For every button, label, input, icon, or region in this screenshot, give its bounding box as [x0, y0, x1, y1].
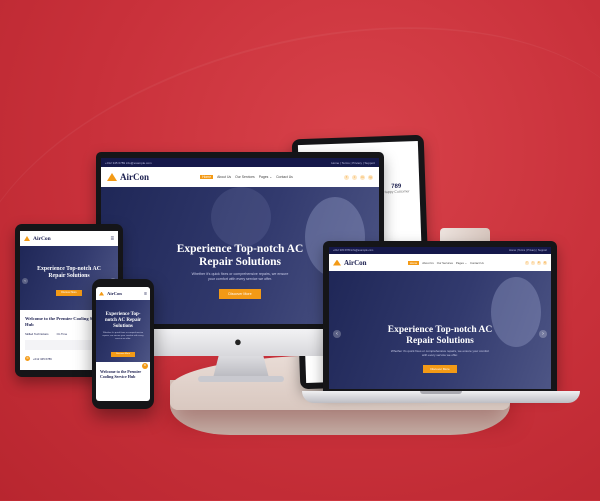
- phone-logo-icon: [99, 291, 104, 296]
- laptop-logo-icon: [333, 259, 341, 266]
- phone-welcome-section: Welcome to the Premier Cooling Service H…: [96, 362, 150, 379]
- brand-name: AirCon: [120, 172, 149, 182]
- laptop-screen: +012 345 6789 info@example.com Home | Te…: [329, 247, 551, 389]
- apple-logo-icon: ●: [234, 334, 242, 349]
- feature-skilled-technicians: Skilled Technicians: [25, 332, 49, 336]
- linkedin-icon[interactable]: in: [359, 174, 365, 180]
- laptop-display: +012 345 6789 info@example.com Home | Te…: [323, 241, 557, 391]
- facebook-icon[interactable]: f: [343, 174, 349, 180]
- laptop-topbar: +012 345 6789 info@example.com Home | Te…: [329, 247, 551, 254]
- phone: AirCon ≡ Experience Top-notch AC Repair …: [92, 279, 154, 409]
- hero-button[interactable]: Discover More: [219, 289, 261, 299]
- laptop-linkedin-icon[interactable]: in: [537, 260, 541, 265]
- logo-icon: [107, 173, 117, 181]
- menu-services[interactable]: Our Services: [235, 175, 255, 179]
- phone-hero-text: Whether it's quick fixes or comprehensiv…: [102, 332, 144, 340]
- phone-hero: Experience Top-notch AC Repair Solutions…: [96, 300, 150, 362]
- desktop-menu: Home About Us Our Services Pages ⌄ Conta…: [200, 175, 293, 179]
- menu-pages[interactable]: Pages ⌄: [259, 175, 272, 179]
- tablet-hero-button[interactable]: Discover More: [56, 289, 82, 296]
- laptop-social: f t in ig: [525, 260, 547, 265]
- menu-home[interactable]: Home: [200, 175, 214, 179]
- laptop-menu-about[interactable]: About Us: [422, 261, 434, 265]
- phone-welcome-title: Welcome to the Premier Cooling Service H…: [100, 369, 142, 379]
- laptop-hero-button[interactable]: Discover More: [423, 365, 457, 373]
- laptop-topbar-contact: +012 345 6789 info@example.com: [333, 249, 374, 252]
- laptop-menu-home[interactable]: Home: [407, 260, 420, 265]
- tablet-phone[interactable]: +012 345 6789: [33, 357, 52, 361]
- desktop-logo[interactable]: AirCon: [107, 172, 149, 182]
- laptop-instagram-icon[interactable]: ig: [543, 260, 547, 265]
- menu-contact[interactable]: Contact Us: [276, 175, 293, 179]
- desktop-stand: [213, 356, 269, 378]
- laptop-hero-text: Whether it's quick fixes or comprehensiv…: [390, 349, 490, 357]
- tablet-hero-title: Experience Top-notch AC Repair Solutions: [37, 266, 101, 279]
- phone-brand-name: AirCon: [107, 291, 122, 296]
- laptop-menu: Home About Us Our Services Pages ⌄ Conta…: [407, 260, 484, 265]
- laptop-hero: ‹ › Experience Top-notch AC Repair Solut…: [329, 271, 551, 389]
- menu-about[interactable]: About Us: [217, 175, 231, 179]
- topbar-contact: +012 345 6789 info@example.com: [105, 160, 152, 165]
- hamburger-menu-icon[interactable]: ≡: [110, 236, 114, 242]
- laptop-topbar-links[interactable]: Home | Terms | Privacy | Support: [509, 249, 547, 252]
- laptop-twitter-icon[interactable]: t: [531, 260, 535, 265]
- phone-hero-button[interactable]: Discover More: [110, 351, 136, 357]
- laptop-facebook-icon[interactable]: f: [525, 260, 529, 265]
- desktop-social: f t in ig: [343, 174, 373, 180]
- laptop-notch: [420, 391, 462, 394]
- phone-screen: AirCon ≡ Experience Top-notch AC Repair …: [96, 287, 150, 401]
- phone-hamburger-icon[interactable]: ≡: [144, 291, 147, 297]
- desktop-topbar: +012 345 6789 info@example.com Home | Te…: [101, 158, 379, 167]
- laptop-menu-services[interactable]: Our Services: [437, 261, 453, 265]
- laptop-brand-name: AirCon: [344, 258, 367, 267]
- phone-logo[interactable]: AirCon: [99, 291, 122, 296]
- tablet-brand-name: AirCon: [33, 235, 51, 242]
- phone-hero-title: Experience Top-notch AC Repair Solutions: [104, 312, 142, 329]
- tablet-logo[interactable]: AirCon: [24, 236, 51, 242]
- topbar-links[interactable]: Home | Terms | Privacy | Support: [331, 161, 375, 165]
- laptop-hero-title: Experience Top-notch AC Repair Solutions: [387, 325, 493, 346]
- laptop-menu-contact[interactable]: Contact Us: [470, 261, 484, 265]
- ac-unit-shape: [211, 187, 271, 247]
- laptop-logo[interactable]: AirCon: [333, 259, 367, 267]
- twitter-icon[interactable]: t: [351, 174, 357, 180]
- desktop-navbar: AirCon Home About Us Our Services Pages …: [101, 167, 379, 187]
- laptop-menu-pages[interactable]: Pages ⌄: [456, 261, 467, 265]
- laptop-base: [302, 391, 580, 403]
- phone-icon: ✆: [25, 356, 30, 361]
- tablet-navbar: AirCon ≡: [20, 231, 118, 246]
- phone-navbar: AirCon ≡: [96, 287, 150, 300]
- stat-label: Happy Customer: [383, 189, 410, 195]
- tablet-logo-icon: [24, 236, 30, 241]
- phone-badge-icon: ★: [142, 363, 148, 369]
- instagram-icon[interactable]: ig: [367, 174, 373, 180]
- desktop-stand-base: [198, 376, 284, 382]
- laptop-navbar: AirCon Home About Us Our Services Pages …: [329, 254, 551, 271]
- feature-on-time: On Time: [56, 332, 68, 336]
